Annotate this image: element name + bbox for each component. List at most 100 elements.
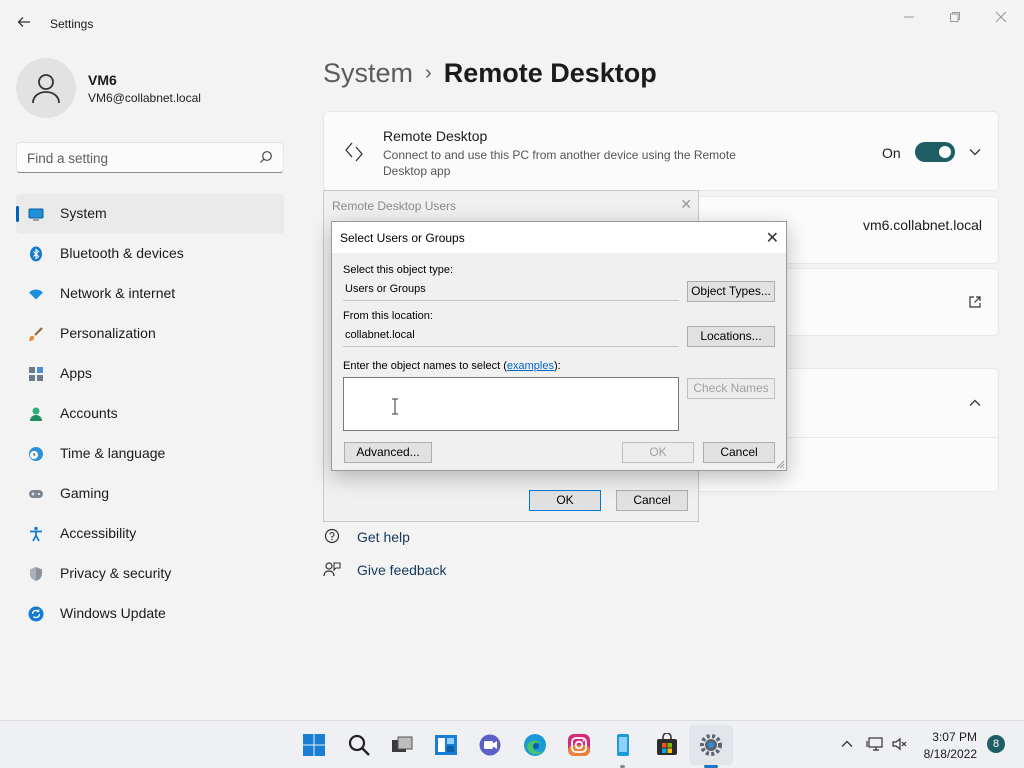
cancel-button[interactable]: Cancel: [616, 490, 688, 511]
clock-time[interactable]: 3:07 PM: [921, 730, 977, 744]
phone-app-icon[interactable]: [611, 733, 635, 757]
sidebar-item-apps[interactable]: Apps: [16, 354, 284, 394]
network-icon[interactable]: [866, 735, 884, 753]
accessibility-icon: [30, 526, 42, 542]
sidebar-item-label: Accessibility: [60, 525, 137, 541]
minimize-icon: [904, 16, 914, 18]
clock-date[interactable]: 8/18/2022: [919, 747, 977, 761]
close-icon[interactable]: ✕: [680, 196, 692, 213]
search-icon: [260, 151, 272, 163]
page-title: Remote Desktop: [443, 58, 657, 88]
store-icon[interactable]: [655, 733, 679, 757]
gamepad-icon: [29, 490, 43, 498]
restore-icon: [950, 12, 960, 22]
text-cursor-icon: [392, 398, 398, 415]
breadcrumb: System › Remote Desktop: [323, 58, 657, 89]
object-type-label: Select this object type:: [343, 264, 454, 276]
feedback-icon: [323, 562, 341, 577]
close-icon: [995, 11, 1007, 23]
open-external-icon[interactable]: [968, 295, 982, 309]
dialog-titlebar: Select Users or Groups ✕: [332, 222, 786, 253]
sidebar-item-label: Personalization: [60, 325, 156, 341]
sidebar-item-accounts[interactable]: Accounts: [16, 394, 284, 434]
chevron-up-icon[interactable]: [968, 396, 982, 410]
sidebar-item-time-language[interactable]: Time & language: [16, 434, 284, 474]
location-label: From this location:: [343, 310, 433, 322]
sidebar-item-accessibility[interactable]: Accessibility: [16, 514, 284, 554]
help-chat-icon: [324, 528, 340, 544]
advanced-button[interactable]: Advanced...: [344, 442, 432, 463]
sidebar-item-label: System: [60, 205, 107, 221]
chevron-down-icon[interactable]: [968, 145, 982, 159]
dialog-title: Select Users or Groups: [340, 231, 465, 245]
dialog-title: Remote Desktop Users: [332, 199, 457, 213]
remote-desktop-description: Connect to and use this PC from another …: [383, 148, 736, 178]
sidebar-item-system[interactable]: System: [16, 194, 284, 234]
sidebar-item-network[interactable]: Network & internet: [16, 274, 284, 314]
sidebar-item-windows-update[interactable]: Windows Update: [16, 594, 284, 634]
search-icon[interactable]: [347, 733, 371, 757]
sidebar-item-label: Apps: [60, 365, 92, 381]
minimize-button[interactable]: [894, 8, 924, 28]
sidebar-item-label: Windows Update: [60, 605, 166, 621]
restore-button[interactable]: [940, 8, 970, 28]
sidebar-item-label: Accounts: [60, 405, 118, 421]
examples-link[interactable]: examples: [507, 360, 554, 372]
brush-icon: [29, 327, 43, 341]
instagram-icon[interactable]: [567, 733, 591, 757]
remote-desktop-toggle[interactable]: [915, 142, 955, 162]
sidebar-item-label: Time & language: [60, 445, 166, 461]
sidebar-item-personalization[interactable]: Personalization: [16, 314, 284, 354]
search-placeholder: Find a setting: [27, 151, 109, 166]
object-names-label-prefix: Enter the object names to select (: [343, 360, 507, 372]
pc-name-value: vm6.collabnet.local: [862, 217, 982, 233]
task-view-icon[interactable]: [390, 733, 414, 757]
give-feedback-label: Give feedback: [357, 562, 447, 578]
resize-grip-icon[interactable]: [776, 460, 785, 469]
title-bar: Settings: [0, 0, 1024, 48]
ok-button[interactable]: OK: [529, 490, 601, 511]
search-input[interactable]: Find a setting: [16, 142, 284, 173]
sync-icon: [28, 606, 44, 622]
breadcrumb-parent[interactable]: System: [323, 58, 413, 88]
remote-desktop-icon: [345, 142, 363, 162]
settings-icon[interactable]: [699, 733, 723, 757]
chevron-up-icon[interactable]: [840, 737, 854, 751]
teams-chat-icon[interactable]: [478, 733, 502, 757]
sidebar-item-label: Gaming: [60, 485, 110, 501]
object-names-label: Enter the object names to select (exampl…: [343, 360, 561, 372]
cancel-button[interactable]: Cancel: [703, 442, 775, 463]
person-icon: [30, 407, 42, 421]
bluetooth-icon: [30, 246, 42, 262]
sidebar-item-bluetooth[interactable]: Bluetooth & devices: [16, 234, 284, 274]
sidebar-nav: System Bluetooth & devices Network & int…: [16, 194, 284, 634]
edge-icon[interactable]: [523, 733, 547, 757]
start-icon[interactable]: [302, 733, 326, 757]
object-names-label-suffix: ):: [553, 360, 561, 372]
profile-email: VM6@collabnet.local: [88, 91, 201, 105]
apps-icon: [29, 367, 43, 381]
chevron-right-icon: ›: [425, 62, 432, 84]
get-help-label: Get help: [357, 529, 410, 545]
wifi-icon: [29, 289, 43, 300]
back-button[interactable]: [14, 14, 34, 34]
ok-button[interactable]: OK: [622, 442, 694, 463]
widgets-icon[interactable]: [434, 733, 458, 757]
monitor-icon: [28, 208, 44, 221]
remote-desktop-title: Remote Desktop: [383, 128, 488, 144]
locations-button[interactable]: Locations...: [687, 326, 775, 347]
close-button[interactable]: [986, 8, 1016, 28]
sidebar-item-privacy[interactable]: Privacy & security: [16, 554, 284, 594]
avatar[interactable]: [16, 58, 76, 118]
remote-desktop-card[interactable]: Remote Desktop Connect to and use this P…: [323, 111, 999, 191]
object-types-button[interactable]: Object Types...: [687, 281, 775, 302]
sidebar-item-label: Bluetooth & devices: [60, 245, 184, 261]
notification-badge[interactable]: 8: [987, 735, 1005, 753]
object-type-field: Users or Groups: [343, 280, 679, 301]
check-names-button[interactable]: Check Names: [687, 378, 775, 399]
app-title: Settings: [50, 17, 94, 31]
taskbar: 3:07 PM 8/18/2022: [0, 720, 1024, 768]
sidebar-item-gaming[interactable]: Gaming: [16, 474, 284, 514]
volume-muted-icon[interactable]: [891, 735, 909, 753]
close-icon[interactable]: ✕: [766, 228, 779, 248]
